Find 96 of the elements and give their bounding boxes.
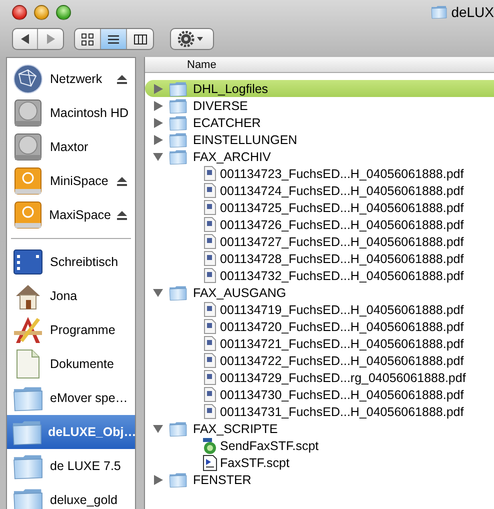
- file-name[interactable]: 001134729_FuchsED...rg_04056061888.pdf: [220, 370, 466, 384]
- disclosure-triangle-icon[interactable]: [153, 152, 163, 161]
- pdf-file-icon: [204, 166, 216, 181]
- folder-icon: [431, 5, 448, 19]
- file-name[interactable]: SendFaxSTF.scpt: [220, 438, 319, 452]
- forward-arrow-icon: [46, 34, 56, 44]
- pdf-file-icon: [204, 336, 216, 351]
- folder-icon: [169, 420, 187, 436]
- house-icon: [14, 282, 42, 310]
- pdf-file-icon: [204, 234, 216, 249]
- file-name[interactable]: 001134722_FuchsED...H_04056061888.pdf: [220, 354, 464, 368]
- file-name[interactable]: 001134721_FuchsED...H_04056061888.pdf: [220, 336, 464, 350]
- script-applet-icon: [202, 438, 218, 454]
- folder-icon: [13, 452, 43, 480]
- disclosure-triangle-icon[interactable]: [154, 100, 162, 110]
- file-name[interactable]: EINSTELLUNGEN: [193, 132, 298, 146]
- folder-icon: [13, 486, 43, 509]
- file-name[interactable]: 001134728_FuchsED...H_04056061888.pdf: [220, 252, 464, 266]
- pdf-file-icon: [204, 200, 216, 215]
- close-button[interactable]: [12, 4, 27, 20]
- list-view-button[interactable]: [101, 29, 127, 49]
- sidebar-item[interactable]: Programme: [50, 323, 116, 337]
- folder-icon: [13, 384, 43, 412]
- sidebar-item[interactable]: Maxtor: [50, 140, 88, 154]
- pdf-file-icon: [204, 353, 216, 368]
- sidebar-item[interactable]: Jona: [50, 289, 78, 303]
- zoom-button[interactable]: [56, 4, 71, 20]
- external-drive-icon: [13, 166, 43, 196]
- file-name[interactable]: 001134719_FuchsED...H_04056061888.pdf: [220, 302, 464, 316]
- folder-icon: [169, 114, 187, 130]
- file-name[interactable]: FAX_AUSGANG: [193, 286, 286, 300]
- disclosure-triangle-icon[interactable]: [154, 118, 162, 128]
- eject-icon[interactable]: [117, 210, 127, 220]
- pdf-file-icon: [204, 387, 216, 402]
- external-drive-icon: [12, 200, 43, 230]
- globe-icon: [13, 64, 43, 94]
- gear-icon: [178, 31, 206, 47]
- file-name[interactable]: FaxSTF.scpt: [220, 456, 290, 470]
- folder-icon: [169, 472, 187, 488]
- file-name[interactable]: FENSTER: [193, 472, 252, 486]
- file-name[interactable]: ECATCHER: [193, 116, 261, 130]
- sidebar-item[interactable]: eMover spe…: [50, 391, 128, 405]
- folder-icon: [169, 80, 187, 96]
- sidebar-item[interactable]: Schreibtisch: [50, 255, 118, 269]
- file-name[interactable]: 001134723_FuchsED...H_04056061888.pdf: [220, 166, 464, 180]
- back-arrow-icon: [20, 34, 30, 44]
- file-name[interactable]: 001134726_FuchsED...H_04056061888.pdf: [220, 218, 464, 232]
- pdf-file-icon: [204, 268, 216, 283]
- disclosure-triangle-icon[interactable]: [154, 474, 162, 484]
- file-name[interactable]: DHL_Logfiles: [193, 82, 268, 96]
- pencil-ruler-icon: [13, 315, 43, 345]
- list-view-icon: [107, 32, 120, 46]
- desktop-icon: [13, 249, 43, 275]
- file-name[interactable]: FAX_ARCHIV: [193, 150, 271, 164]
- file-name[interactable]: DIVERSE: [193, 98, 248, 112]
- document-icon: [16, 349, 40, 379]
- file-name[interactable]: 001134724_FuchsED...H_04056061888.pdf: [220, 184, 464, 198]
- pdf-file-icon: [204, 302, 216, 317]
- column-view-icon: [134, 32, 146, 46]
- minimize-button[interactable]: [34, 4, 49, 20]
- sidebar-item[interactable]: de LUXE 7.5: [50, 459, 121, 473]
- folder-icon: [169, 98, 187, 114]
- disclosure-triangle-icon[interactable]: [153, 424, 163, 433]
- pdf-file-icon: [204, 404, 216, 419]
- file-name[interactable]: 001134730_FuchsED...H_04056061888.pdf: [220, 388, 464, 402]
- sidebar-item[interactable]: MiniSpace: [50, 174, 108, 188]
- folder-icon: [169, 148, 187, 164]
- window-title: deLUX: [451, 4, 494, 20]
- sidebar-item[interactable]: MaxiSpace: [49, 208, 111, 222]
- file-name[interactable]: 001134732_FuchsED...H_04056061888.pdf: [220, 268, 464, 282]
- file-name[interactable]: 001134720_FuchsED...H_04056061888.pdf: [220, 320, 464, 334]
- folder-icon: [12, 418, 42, 446]
- pdf-file-icon: [204, 319, 216, 334]
- pdf-file-icon: [204, 217, 216, 232]
- eject-icon[interactable]: [117, 176, 127, 186]
- file-name[interactable]: 001134725_FuchsED...H_04056061888.pdf: [220, 200, 464, 214]
- script-file-icon: [203, 454, 217, 470]
- sidebar-item[interactable]: Macintosh HD: [50, 106, 128, 120]
- pdf-file-icon: [204, 183, 216, 198]
- action-menu-button[interactable]: [170, 28, 214, 50]
- file-name[interactable]: FAX_SCRIPTE: [193, 422, 278, 436]
- disclosure-triangle-icon[interactable]: [154, 84, 162, 94]
- pdf-file-icon: [204, 251, 216, 266]
- icon-view-icon: [81, 32, 94, 46]
- file-name[interactable]: 001134731_FuchsED...H_04056061888.pdf: [220, 404, 464, 418]
- name-column-header[interactable]: Name: [145, 57, 494, 73]
- disclosure-triangle-icon[interactable]: [153, 288, 163, 297]
- folder-icon: [169, 284, 187, 300]
- sidebar-item[interactable]: Dokumente: [50, 357, 114, 371]
- folder-icon: [169, 132, 187, 148]
- sidebar-item[interactable]: Netzwerk: [50, 72, 102, 86]
- file-name[interactable]: 001134727_FuchsED...H_04056061888.pdf: [220, 234, 464, 248]
- eject-icon[interactable]: [117, 74, 127, 84]
- sidebar-item[interactable]: deluxe_gold: [50, 493, 118, 507]
- disclosure-triangle-icon[interactable]: [154, 134, 162, 144]
- pdf-file-icon: [204, 370, 216, 385]
